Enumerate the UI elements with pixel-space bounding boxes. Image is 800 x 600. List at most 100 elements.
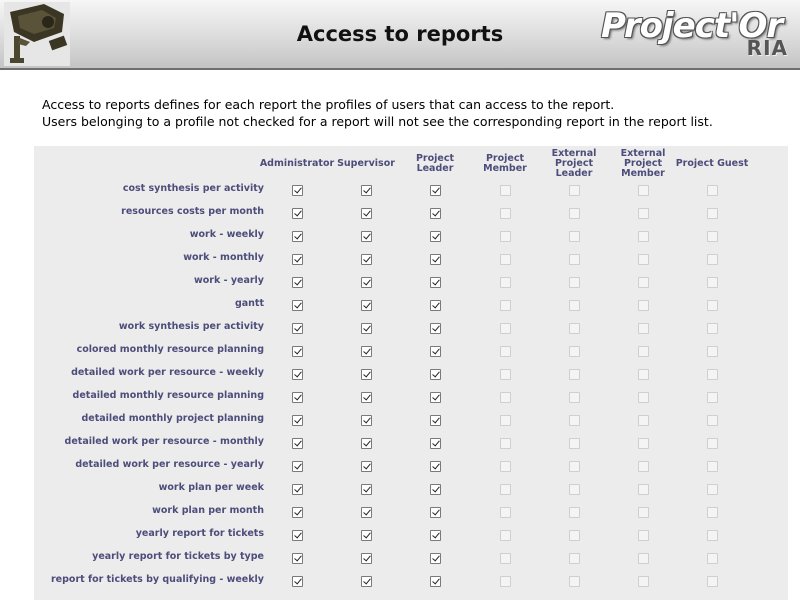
- access-checkbox[interactable]: [292, 346, 303, 357]
- access-checkbox[interactable]: [292, 461, 303, 472]
- access-checkbox[interactable]: [292, 300, 303, 311]
- access-checkbox[interactable]: [292, 254, 303, 265]
- access-checkbox[interactable]: [569, 507, 580, 518]
- access-checkbox[interactable]: [569, 346, 580, 357]
- access-checkbox[interactable]: [430, 185, 441, 196]
- access-checkbox[interactable]: [430, 254, 441, 265]
- access-checkbox[interactable]: [638, 208, 649, 219]
- access-checkbox[interactable]: [361, 576, 372, 587]
- access-checkbox[interactable]: [638, 484, 649, 495]
- access-checkbox[interactable]: [569, 484, 580, 495]
- access-checkbox[interactable]: [569, 438, 580, 449]
- access-checkbox[interactable]: [292, 231, 303, 242]
- access-checkbox[interactable]: [430, 484, 441, 495]
- access-checkbox[interactable]: [569, 415, 580, 426]
- access-checkbox[interactable]: [707, 231, 718, 242]
- access-checkbox[interactable]: [430, 507, 441, 518]
- access-checkbox[interactable]: [638, 300, 649, 311]
- access-checkbox[interactable]: [361, 530, 372, 541]
- access-checkbox[interactable]: [569, 461, 580, 472]
- access-checkbox[interactable]: [430, 415, 441, 426]
- access-checkbox[interactable]: [361, 369, 372, 380]
- access-checkbox[interactable]: [500, 553, 511, 564]
- access-checkbox[interactable]: [638, 553, 649, 564]
- access-checkbox[interactable]: [292, 576, 303, 587]
- access-checkbox[interactable]: [292, 438, 303, 449]
- access-checkbox[interactable]: [638, 231, 649, 242]
- access-checkbox[interactable]: [707, 254, 718, 265]
- access-checkbox[interactable]: [707, 300, 718, 311]
- access-checkbox[interactable]: [430, 530, 441, 541]
- access-checkbox[interactable]: [500, 438, 511, 449]
- access-checkbox[interactable]: [638, 185, 649, 196]
- access-checkbox[interactable]: [707, 415, 718, 426]
- access-checkbox[interactable]: [569, 323, 580, 334]
- access-checkbox[interactable]: [430, 461, 441, 472]
- access-checkbox[interactable]: [361, 484, 372, 495]
- access-checkbox[interactable]: [292, 208, 303, 219]
- access-checkbox[interactable]: [638, 461, 649, 472]
- access-checkbox[interactable]: [430, 323, 441, 334]
- access-checkbox[interactable]: [500, 392, 511, 403]
- access-checkbox[interactable]: [292, 277, 303, 288]
- access-checkbox[interactable]: [292, 530, 303, 541]
- access-checkbox[interactable]: [361, 346, 372, 357]
- access-checkbox[interactable]: [569, 254, 580, 265]
- access-checkbox[interactable]: [500, 484, 511, 495]
- access-checkbox[interactable]: [638, 415, 649, 426]
- access-checkbox[interactable]: [569, 300, 580, 311]
- access-checkbox[interactable]: [638, 392, 649, 403]
- access-checkbox[interactable]: [361, 254, 372, 265]
- access-checkbox[interactable]: [638, 277, 649, 288]
- access-checkbox[interactable]: [430, 392, 441, 403]
- access-checkbox[interactable]: [500, 208, 511, 219]
- access-checkbox[interactable]: [500, 254, 511, 265]
- access-checkbox[interactable]: [707, 576, 718, 587]
- access-checkbox[interactable]: [707, 323, 718, 334]
- access-checkbox[interactable]: [361, 231, 372, 242]
- access-checkbox[interactable]: [638, 254, 649, 265]
- access-checkbox[interactable]: [707, 346, 718, 357]
- access-checkbox[interactable]: [707, 461, 718, 472]
- access-checkbox[interactable]: [500, 461, 511, 472]
- access-checkbox[interactable]: [430, 346, 441, 357]
- access-checkbox[interactable]: [361, 392, 372, 403]
- access-checkbox[interactable]: [707, 530, 718, 541]
- access-checkbox[interactable]: [707, 277, 718, 288]
- access-checkbox[interactable]: [569, 530, 580, 541]
- access-checkbox[interactable]: [292, 185, 303, 196]
- access-checkbox[interactable]: [638, 323, 649, 334]
- access-checkbox[interactable]: [430, 277, 441, 288]
- access-checkbox[interactable]: [292, 323, 303, 334]
- access-checkbox[interactable]: [638, 369, 649, 380]
- access-checkbox[interactable]: [430, 300, 441, 311]
- access-checkbox[interactable]: [292, 507, 303, 518]
- access-checkbox[interactable]: [292, 484, 303, 495]
- access-checkbox[interactable]: [500, 231, 511, 242]
- access-checkbox[interactable]: [361, 323, 372, 334]
- access-checkbox[interactable]: [430, 553, 441, 564]
- access-checkbox[interactable]: [569, 277, 580, 288]
- access-checkbox[interactable]: [500, 300, 511, 311]
- access-checkbox[interactable]: [707, 507, 718, 518]
- access-checkbox[interactable]: [707, 484, 718, 495]
- access-checkbox[interactable]: [707, 392, 718, 403]
- access-checkbox[interactable]: [500, 346, 511, 357]
- access-checkbox[interactable]: [361, 507, 372, 518]
- access-checkbox[interactable]: [430, 231, 441, 242]
- access-checkbox[interactable]: [569, 185, 580, 196]
- access-checkbox[interactable]: [707, 553, 718, 564]
- access-checkbox[interactable]: [569, 231, 580, 242]
- access-checkbox[interactable]: [292, 392, 303, 403]
- access-checkbox[interactable]: [500, 507, 511, 518]
- access-checkbox[interactable]: [638, 576, 649, 587]
- access-checkbox[interactable]: [361, 553, 372, 564]
- access-checkbox[interactable]: [500, 369, 511, 380]
- access-checkbox[interactable]: [430, 438, 441, 449]
- access-checkbox[interactable]: [638, 438, 649, 449]
- access-checkbox[interactable]: [361, 277, 372, 288]
- access-checkbox[interactable]: [707, 185, 718, 196]
- access-checkbox[interactable]: [292, 369, 303, 380]
- access-checkbox[interactable]: [569, 392, 580, 403]
- access-checkbox[interactable]: [569, 208, 580, 219]
